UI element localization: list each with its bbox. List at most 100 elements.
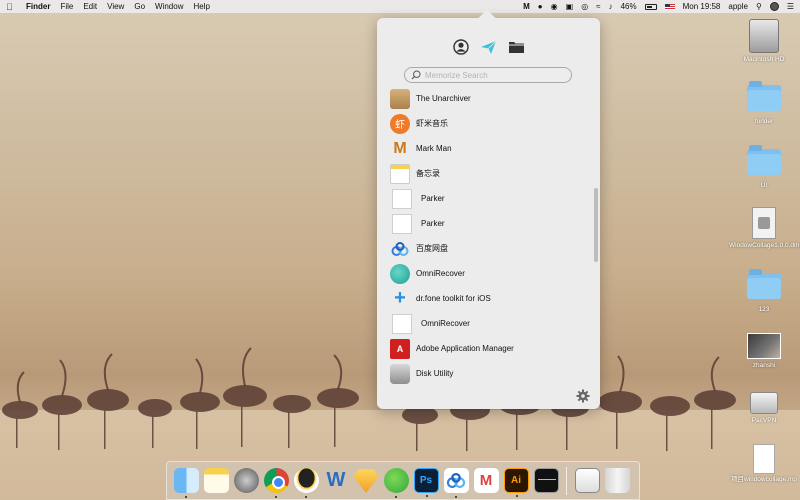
tab-send[interactable]: [475, 38, 503, 56]
app-name: Parker: [421, 194, 445, 203]
xiami-app-icon: 虾: [390, 113, 410, 134]
dock-separator: [566, 466, 567, 495]
app-list-item[interactable]: Parker: [390, 186, 590, 211]
desktop-item-project-file[interactable]: 项目windowcollage.mp: [729, 444, 799, 484]
app-name: Disk Utility: [416, 369, 454, 378]
battery-icon[interactable]: [644, 3, 657, 10]
menu-file[interactable]: File: [60, 2, 73, 11]
desktop-item-forlder[interactable]: forlder: [729, 81, 799, 126]
notes-app-icon: [390, 163, 410, 184]
doc-app-icon: [392, 313, 412, 334]
dock-photoshop-icon[interactable]: Ps: [413, 468, 439, 497]
menu-window[interactable]: Window: [155, 2, 183, 11]
input-source-flag-icon[interactable]: [664, 3, 675, 10]
desktop-item-zhanshi[interactable]: zhanshi: [729, 333, 799, 370]
app-name: 虾米音乐: [416, 119, 448, 128]
user-name[interactable]: apple: [728, 2, 748, 11]
folder-icon: [747, 81, 781, 111]
dock: W Ps M Ai: [166, 461, 640, 500]
app-list-item[interactable]: 百度网盘: [390, 236, 590, 261]
app-list-item[interactable]: M Mark Man: [390, 136, 590, 161]
menu-edit[interactable]: Edit: [83, 2, 97, 11]
app-list-item[interactable]: The Unarchiver: [390, 86, 590, 111]
folder-icon: [747, 145, 781, 175]
dock-launchpad-icon[interactable]: [233, 468, 259, 493]
wechat-status-icon[interactable]: ◉: [551, 2, 558, 11]
wifi-icon[interactable]: ≈: [596, 2, 600, 11]
sync-status-icon[interactable]: ◎: [581, 2, 588, 11]
dock-gmail-icon[interactable]: M: [473, 468, 499, 493]
folder-icon: [747, 269, 781, 299]
app-list-item[interactable]: Disk Utility: [390, 361, 590, 384]
user-avatar[interactable]: [769, 2, 779, 11]
search-input[interactable]: [425, 70, 565, 80]
app-list: The Unarchiver 虾虾米音乐 M Mark Man 备忘录 Parker Par…: [390, 86, 590, 384]
app-list-item[interactable]: OmniRecover: [390, 261, 590, 286]
dock-baidu-netdisk-icon[interactable]: [443, 468, 469, 498]
notification-center-icon[interactable]: ☰: [787, 2, 794, 11]
memorize-popover: The Unarchiver 虾虾米音乐 M Mark Man 备忘录 Parker Par…: [377, 18, 600, 409]
dock-preview-stack-icon[interactable]: [574, 468, 600, 493]
desktop-item-macintosh-hd[interactable]: Macintosh HD: [729, 19, 799, 64]
app-name: Mark Man: [416, 144, 452, 153]
menu-view[interactable]: View: [107, 2, 124, 11]
dock-illustrator-glyph: Ai: [511, 475, 521, 486]
qq-status-icon[interactable]: ●: [538, 2, 543, 11]
app-list-item[interactable]: + dr.fone toolkit for iOS: [390, 286, 590, 311]
tab-folder[interactable]: [503, 38, 531, 56]
dock-word-icon[interactable]: W: [324, 468, 349, 493]
desktop-item-123[interactable]: 123: [729, 269, 799, 314]
volume-icon[interactable]: ♪: [609, 2, 613, 11]
dock-trash-icon[interactable]: [604, 468, 630, 493]
app-list-item[interactable]: 备忘录: [390, 161, 590, 186]
app-name: Adobe Application Manager: [416, 344, 514, 353]
desktop-item-pacvpn[interactable]: PacVPN: [729, 392, 799, 425]
menu-bar:  Finder File Edit View Go Window Help M…: [0, 0, 800, 13]
search-icon: [411, 70, 421, 80]
app-list-item[interactable]: A Adobe Application Manager: [390, 336, 590, 361]
dock-sketch-icon[interactable]: [353, 469, 379, 493]
scrollbar-thumb[interactable]: [594, 188, 598, 262]
dock-qq-icon[interactable]: [293, 468, 319, 498]
unarchiver-app-icon: [390, 88, 410, 109]
dock-activity-monitor-icon[interactable]: [533, 468, 559, 493]
apple-menu-icon[interactable]: : [6, 2, 16, 12]
menu-go[interactable]: Go: [134, 2, 145, 11]
dock-chrome-icon[interactable]: [263, 468, 289, 498]
tab-person[interactable]: [447, 38, 475, 56]
app-name: 百度网盘: [416, 244, 448, 253]
folder-icon: [509, 42, 524, 53]
settings-button[interactable]: [576, 389, 590, 403]
person-icon: [452, 39, 469, 55]
battery-percent: 46%: [620, 2, 637, 11]
menu-help[interactable]: Help: [193, 2, 209, 11]
app-name: OmniRecover: [421, 319, 470, 328]
markman-status-icon[interactable]: M: [523, 2, 530, 11]
desktop-item-ui[interactable]: UI: [729, 145, 799, 190]
display-status-icon[interactable]: ▣: [566, 2, 574, 11]
status-area: M ● ◉ ▣ ◎ ≈ ♪ 46% Mon 19:58 apple ⚲ ☰: [515, 2, 794, 11]
search-field[interactable]: [404, 67, 572, 83]
disk-image-icon: [752, 207, 776, 239]
clock[interactable]: Mon 19:58: [683, 2, 721, 11]
gear-icon: [576, 389, 590, 403]
spotlight-search-icon[interactable]: ⚲: [756, 2, 762, 11]
menu-app-name[interactable]: Finder: [26, 2, 50, 11]
app-list-item[interactable]: 虾虾米音乐: [390, 111, 590, 136]
dock-wechat-icon[interactable]: [383, 468, 409, 498]
app-list-item[interactable]: Parker: [390, 211, 590, 236]
app-list-item[interactable]: OmniRecover: [390, 311, 590, 336]
running-indicator: [515, 495, 518, 497]
app-name: Parker: [421, 219, 445, 228]
dock-photoshop-glyph: Ps: [419, 475, 433, 486]
app-name: dr.fone toolkit for iOS: [416, 294, 491, 303]
dock-illustrator-icon[interactable]: Ai: [503, 468, 529, 497]
running-indicator: [184, 496, 187, 498]
baidu-app-icon: [390, 239, 410, 259]
dock-finder-icon[interactable]: [173, 468, 199, 498]
dock-notes-icon[interactable]: [203, 468, 229, 493]
app-name: OmniRecover: [416, 269, 465, 278]
desktop-item-dmg[interactable]: WindowCollage1.0.0.dmg: [729, 207, 800, 250]
doc-app-icon: [392, 188, 412, 209]
popover-tabs: [377, 38, 600, 56]
